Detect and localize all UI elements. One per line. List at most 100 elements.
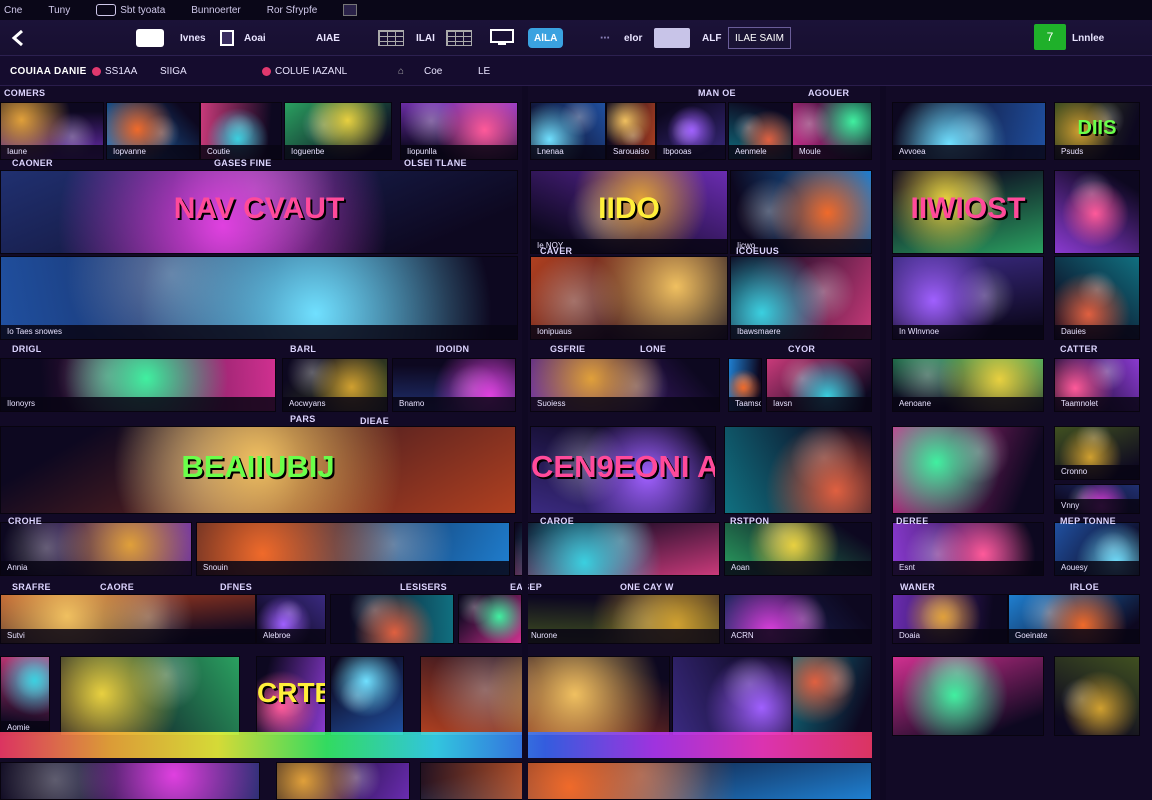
section-label[interactable]: ONE CAY W	[620, 582, 674, 592]
section-label[interactable]: RSTPON	[730, 516, 769, 526]
thumbnail-tile[interactable]: Coutie	[200, 102, 282, 160]
section-label[interactable]: SRAFRE	[12, 582, 51, 592]
menu-item[interactable]: Tuny	[48, 5, 70, 16]
thumbnail-tile[interactable]: Ilonoyrs	[0, 358, 276, 412]
thumbnail-tile[interactable]: IIWIOST	[892, 170, 1044, 254]
thumbnail-tile[interactable]: Ibawsmaere	[730, 256, 872, 340]
thumbnail-tile[interactable]	[330, 656, 404, 736]
thumbnail-tile[interactable]: Io Taes snowes	[0, 256, 518, 340]
section-label[interactable]: GSFRIE	[550, 344, 585, 354]
monitor-button[interactable]	[490, 20, 514, 56]
menu-item[interactable]: Ror Sfrypfe	[267, 5, 318, 16]
section-label[interactable]: DEREE	[896, 516, 929, 526]
thumbnail-tile[interactable]: Iicwo	[730, 170, 872, 254]
thumbnail-tile[interactable]: DIIS Psuds	[1054, 102, 1140, 160]
section-label[interactable]: IRLOE	[1070, 582, 1099, 592]
section-label[interactable]: CAROE	[540, 516, 574, 526]
thumbnail-tile[interactable]	[724, 426, 872, 514]
thumbnail-tile[interactable]: Taamnolet	[1054, 358, 1140, 412]
thumbnail-tile[interactable]	[514, 522, 720, 576]
thumbnail-tile[interactable]: Goeinate	[1008, 594, 1140, 644]
thumbnail-tile[interactable]: Aenoane	[892, 358, 1044, 412]
more-icon[interactable]: ⋯	[600, 20, 610, 56]
thumbnail-tile[interactable]: Vnny	[1054, 484, 1140, 514]
thumbnail-tile[interactable]	[892, 656, 1044, 736]
menu-item[interactable]	[343, 4, 358, 16]
section-label[interactable]: BARL	[290, 344, 316, 354]
thumbnail-tile[interactable]: Aocwyans	[282, 358, 388, 412]
thumbnail-tile[interactable]: Aouesy	[1054, 522, 1140, 576]
thumbnail-tile[interactable]: Iiopunlla	[400, 102, 518, 160]
thumbnail-tile[interactable]: Bnamo	[392, 358, 516, 412]
section-label[interactable]: DRIGL	[12, 344, 42, 354]
thumbnail-tile[interactable]	[458, 594, 522, 644]
thumbnail-tile[interactable]: Dauies	[1054, 256, 1140, 340]
thumbnail-tile[interactable]: CRTBIN	[256, 656, 326, 736]
search-input[interactable]	[654, 28, 690, 48]
thumbnail-tile[interactable]	[420, 656, 670, 736]
section-label[interactable]: DIEAE	[360, 416, 389, 426]
thumbnail-tile[interactable]	[0, 762, 260, 800]
thumbnail-tile[interactable]: Doaia	[892, 594, 1008, 644]
thumbnail-tile[interactable]: Iavsn	[766, 358, 872, 412]
thumbnail-tile[interactable]: Moule	[792, 102, 872, 160]
thumbnail-tile[interactable]: Cronno	[1054, 426, 1140, 480]
section-label[interactable]: LESISERS	[400, 582, 447, 592]
section-label[interactable]: MAN OE	[698, 88, 736, 98]
thumbnail-tile[interactable]: Sutvi	[0, 594, 256, 644]
section-label[interactable]: MEP TONNE	[1060, 516, 1116, 526]
thumbnail-tile[interactable]: Ionipuaus	[530, 256, 728, 340]
section-label[interactable]: OLSEI TLANE	[404, 158, 467, 168]
section-label[interactable]: DFNES	[220, 582, 252, 592]
list-view-button[interactable]	[446, 20, 472, 56]
section-label[interactable]: PARS	[290, 414, 316, 424]
thumbnail-tile[interactable]: Aenmele	[728, 102, 792, 160]
active-filter-button[interactable]: AlLA	[528, 28, 564, 48]
section-label[interactable]: CAONER	[12, 158, 53, 168]
thumbnail-tile[interactable]: CEN9EONI ARE EA	[530, 426, 716, 514]
section-label[interactable]: AGOUER	[808, 88, 849, 98]
section-label[interactable]: CATTER	[1060, 344, 1098, 354]
thumbnail-tile[interactable]	[330, 594, 454, 644]
thumbnail-tile[interactable]: NAV CVAUT	[0, 170, 518, 254]
thumbnail-tile[interactable]: Ioguenbe	[284, 102, 392, 160]
thumbnail-tile[interactable]: Taamso	[728, 358, 762, 412]
section-label[interactable]: CAVER	[540, 246, 572, 256]
thumbnail-tile[interactable]	[420, 762, 872, 800]
menu-item[interactable]: Sbt tyoata	[96, 4, 165, 16]
thumbnail-tile[interactable]: Sarouaiso	[606, 102, 656, 160]
filter-chip[interactable]: LE	[478, 56, 490, 86]
thumbnail-tile[interactable]: Aomie	[0, 656, 50, 736]
view-toggle-button[interactable]	[136, 29, 164, 47]
thumbnail-tile[interactable]: Iaune	[0, 102, 104, 160]
filter-chip[interactable]: Coe	[424, 56, 442, 86]
thumbnail-tile[interactable]: Nurone	[524, 594, 720, 644]
back-button[interactable]	[6, 20, 30, 56]
thumbnail-tile[interactable]: Ibpooas	[656, 102, 726, 160]
section-label[interactable]: WANER	[900, 582, 935, 592]
thumbnail-tile[interactable]: IIDO Ie NOY	[530, 170, 728, 254]
thumbnail-tile[interactable]	[792, 656, 872, 736]
thumbnail-tile[interactable]: BEAIIUBIJ	[0, 426, 516, 514]
notification-badge[interactable]: 7	[1034, 24, 1066, 50]
thumbnail-tile[interactable]: Aoan	[724, 522, 872, 576]
section-label[interactable]: GASES FINE	[214, 158, 272, 168]
thumbnail-tile[interactable]: Iopvanne	[106, 102, 200, 160]
section-label[interactable]: ICOEUUS	[736, 246, 779, 256]
thumbnail-tile[interactable]	[672, 656, 792, 736]
thumbnail-tile[interactable]: Esnt	[892, 522, 1044, 576]
section-label[interactable]: CROHE	[8, 516, 42, 526]
section-label[interactable]: CAORE	[100, 582, 134, 592]
thumbnail-tile[interactable]: In Wlnvnoe	[892, 256, 1044, 340]
thumbnail-tile[interactable]	[892, 426, 1044, 514]
thumbnail-tile[interactable]	[1054, 656, 1140, 736]
filter-chip[interactable]: SS1AA	[92, 56, 137, 86]
grid-view-button[interactable]	[378, 20, 404, 56]
thumbnail-tile[interactable]: Suoiess	[530, 358, 720, 412]
sort-select[interactable]: ILAE SAIM	[728, 27, 791, 49]
menu-item[interactable]: Cne	[4, 5, 22, 16]
thumbnail-tile[interactable]	[276, 762, 410, 800]
frame-button[interactable]	[220, 20, 234, 56]
thumbnail-tile[interactable]: Annia	[0, 522, 192, 576]
thumbnail-tile[interactable]	[60, 656, 240, 736]
